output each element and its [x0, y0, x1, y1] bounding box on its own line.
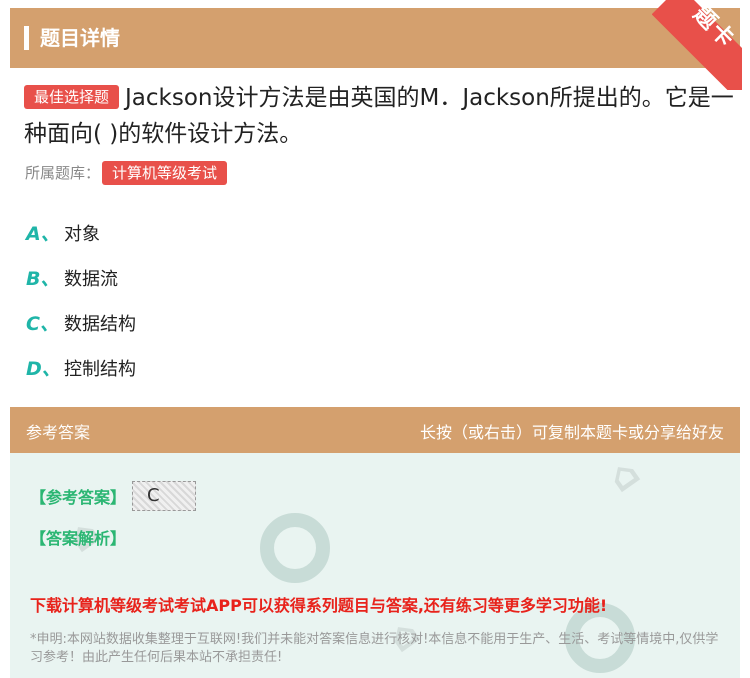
answer-header-title: 参考答案	[26, 423, 91, 442]
card-header: 题目详情	[10, 8, 740, 68]
bank-label: 所属题库：	[25, 164, 101, 182]
corner-ribbon: 题卡	[652, 0, 742, 90]
option-a[interactable]: A、 对象	[26, 210, 726, 255]
reference-answer-row: 【参考答案】 C	[30, 481, 197, 511]
option-letter: D、	[26, 358, 61, 380]
watermark-logo-icon	[260, 513, 330, 583]
bank-tag[interactable]: 计算机等级考试	[102, 161, 228, 185]
option-text: 数据结构	[64, 313, 136, 335]
watermark-glyph: ⌂	[599, 453, 648, 501]
option-d[interactable]: D、 控制结构	[26, 345, 726, 390]
reference-answer-value: C	[132, 481, 197, 511]
option-b[interactable]: B、 数据流	[26, 255, 726, 300]
question-text-block: 最佳选择题 Jackson设计方法是由英国的M．Jackson所提出的。它是一种面…	[24, 80, 734, 152]
option-letter: C、	[26, 313, 59, 335]
option-text: 数据流	[64, 268, 118, 290]
reference-answer-label: 【参考答案】	[30, 488, 127, 507]
header-accent-bar	[24, 26, 29, 50]
question-bank-row: 所属题库： 计算机等级考试	[25, 160, 228, 186]
answer-header: 参考答案 长按（或右击）可复制本题卡或分享给好友	[10, 407, 740, 453]
question-type-badge: 最佳选择题	[24, 85, 120, 109]
share-hint: 长按（或右击）可复制本题卡或分享给好友	[419, 423, 724, 442]
answer-panel: ⌂ ⌂ ⌂ 【参考答案】 C 【答案解析】 下载计算机等级考试考试APP可以获得…	[10, 453, 740, 678]
option-letter: A、	[26, 223, 60, 245]
disclaimer-text: *申明:本网站数据收集整理于互联网!我们并未能对答案信息进行核对!本信息不能用于…	[30, 632, 719, 665]
option-text: 对象	[64, 223, 100, 245]
options-list: A、 对象 B、 数据流 C、 数据结构 D、 控制结构	[26, 210, 726, 390]
app-download-promo[interactable]: 下载计算机等级考试考试APP可以获得系列题目与答案,还有练习等更多学习功能!	[30, 592, 607, 616]
question-text: Jackson设计方法是由英国的M．Jackson所提出的。它是一种面向( )的…	[24, 85, 734, 147]
option-letter: B、	[26, 268, 60, 290]
option-c[interactable]: C、 数据结构	[26, 300, 726, 345]
analysis-label: 【答案解析】	[30, 529, 127, 548]
card-title: 题目详情	[40, 26, 120, 50]
option-text: 控制结构	[64, 358, 136, 380]
question-card: 题目详情 题卡 最佳选择题 Jackson设计方法是由英国的M．Jackson所提…	[10, 0, 742, 678]
